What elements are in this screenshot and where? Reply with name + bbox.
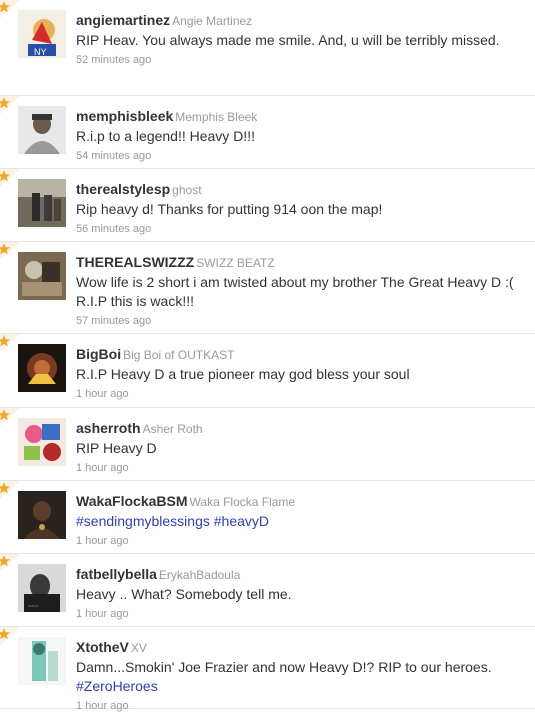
screen-name-link[interactable]: XtotheV (76, 639, 129, 655)
tweet-text-segment: Wow life is 2 short i am twisted about m… (76, 274, 514, 309)
memphisbleek-avatar[interactable] (18, 106, 66, 154)
therealswizzz-avatar[interactable] (18, 252, 66, 300)
timestamp-link[interactable]: 1 hour ago (76, 461, 523, 475)
tweet-item[interactable]: WakaFlockaBSM Waka Flocka Flame #sendingmy… (0, 481, 535, 554)
timestamp-link[interactable]: 1 hour ago (76, 607, 523, 621)
tweet-item[interactable]: THEREALSWIZZZ SWIZZ BEATZ Wow life is 2 sh… (0, 242, 535, 334)
tweet-text: Wow life is 2 short i am twisted about m… (76, 273, 523, 311)
svg-text:~~~: ~~~ (28, 604, 39, 610)
wakaflockabsm-avatar[interactable] (18, 491, 66, 539)
full-name: Asher Roth (142, 422, 203, 436)
therealstylesp-avatar[interactable] (18, 179, 66, 227)
tweet-content: THEREALSWIZZZ SWIZZ BEATZ Wow life is 2 sh… (76, 253, 523, 328)
full-name: ErykahBadoula (158, 568, 241, 582)
tweet-item[interactable]: asherroth Asher Roth RIP Heavy D 1 hour ago (0, 408, 535, 481)
tweet-item[interactable]: XtotheV XV Damn...Smokin' Joe Frazier and … (0, 627, 535, 712)
favorite-star-icon[interactable] (0, 408, 20, 426)
full-name: Waka Flocka Flame (189, 495, 296, 509)
tweet-item[interactable]: memphisbleek Memphis Bleek R.i.p to a lege… (0, 96, 535, 169)
screen-name-link[interactable]: THEREALSWIZZZ (76, 254, 194, 270)
asherroth-avatar[interactable] (18, 418, 66, 466)
favorite-star-icon[interactable] (0, 627, 20, 645)
full-name: Big Boi of OUTKAST (123, 348, 235, 362)
tweet-content: memphisbleek Memphis Bleek R.i.p to a lege… (76, 107, 523, 163)
tweet-header: WakaFlockaBSM Waka Flocka Flame (76, 492, 523, 511)
tweet-text-segment: Heavy .. What? Somebody tell me. (76, 586, 292, 602)
tweet-timeline: NY angiemartinez Angie Martinez RIP Heav. Y… (0, 0, 535, 712)
screen-name-link[interactable]: fatbellybella (76, 566, 157, 582)
tweet-text: RIP Heav. You always made me smile. And,… (76, 31, 523, 50)
tweet-content: fatbellybella ErykahBadoula Heavy .. What?… (76, 565, 523, 621)
favorite-star-icon[interactable] (0, 554, 20, 572)
favorite-star-icon[interactable] (0, 96, 20, 114)
tweet-text: Damn...Smokin' Joe Frazier and now Heavy… (76, 658, 523, 696)
timestamp-link[interactable]: 52 minutes ago (76, 53, 523, 67)
fatbellybella-avatar[interactable]: ~~~ (18, 564, 66, 612)
hashtag-link[interactable]: #sendingmyblessings (76, 513, 210, 529)
tweet-item[interactable]: NY angiemartinez Angie Martinez RIP Heav. Y… (0, 0, 535, 96)
angiemartinez-avatar[interactable]: NY (18, 10, 66, 58)
tweet-header: THEREALSWIZZZ SWIZZ BEATZ (76, 253, 523, 272)
tweet-content: BigBoi Big Boi of OUTKAST R.I.P Heavy D a … (76, 345, 523, 401)
tweet-text-segment: RIP Heav. You always made me smile. And,… (76, 32, 500, 48)
tweet-text: RIP Heavy D (76, 439, 523, 458)
full-name: SWIZZ BEATZ (196, 256, 275, 270)
timestamp-link[interactable]: 56 minutes ago (76, 222, 523, 236)
tweet-header: memphisbleek Memphis Bleek (76, 107, 523, 126)
tweet-content: XtotheV XV Damn...Smokin' Joe Frazier and … (76, 638, 523, 713)
tweet-header: fatbellybella ErykahBadoula (76, 565, 523, 584)
tweet-text-segment: Rip heavy d! Thanks for putting 914 oon … (76, 201, 383, 217)
screen-name-link[interactable]: angiemartinez (76, 12, 170, 28)
tweet-text: R.I.P Heavy D a true pioneer may god ble… (76, 365, 523, 384)
hashtag-link[interactable]: #heavyD (214, 513, 269, 529)
screen-name-link[interactable]: asherroth (76, 420, 141, 436)
tweet-content: therealstylesp ghost Rip heavy d! Thanks f… (76, 180, 523, 236)
full-name: ghost (172, 183, 202, 197)
tweet-header: BigBoi Big Boi of OUTKAST (76, 345, 523, 364)
xthev-avatar[interactable] (18, 637, 66, 685)
tweet-text-segment: R.i.p to a legend!! Heavy D!!! (76, 128, 255, 144)
screen-name-link[interactable]: memphisbleek (76, 108, 173, 124)
tweet-item[interactable]: therealstylesp ghost Rip heavy d! Thanks f… (0, 169, 535, 242)
favorite-star-icon[interactable] (0, 334, 20, 352)
tweet-item[interactable]: ~~~ fatbellybella ErykahBadoula Heavy .. Wh… (0, 554, 535, 627)
svg-text:NY: NY (34, 47, 47, 57)
timestamp-link[interactable]: 57 minutes ago (76, 314, 523, 328)
tweet-header: angiemartinez Angie Martinez (76, 11, 523, 30)
screen-name-link[interactable]: BigBoi (76, 346, 121, 362)
timestamp-link[interactable]: 1 hour ago (76, 534, 523, 548)
tweet-header: asherroth Asher Roth (76, 419, 523, 438)
timestamp-link[interactable]: 1 hour ago (76, 699, 523, 713)
full-name: XV (130, 641, 147, 655)
full-name: Memphis Bleek (175, 110, 258, 124)
tweet-text-segment: RIP Heavy D (76, 440, 157, 456)
tweet-text-segment: R.I.P Heavy D a true pioneer may god ble… (76, 366, 410, 382)
full-name: Angie Martinez (172, 14, 253, 28)
favorite-star-icon[interactable] (0, 169, 20, 187)
tweet-content: asherroth Asher Roth RIP Heavy D 1 hour ago (76, 419, 523, 475)
tweet-text-segment: Damn...Smokin' Joe Frazier and now Heavy… (76, 659, 492, 675)
tweet-content: WakaFlockaBSM Waka Flocka Flame #sendingmy… (76, 492, 523, 548)
screen-name-link[interactable]: WakaFlockaBSM (76, 493, 188, 509)
tweet-item[interactable]: BigBoi Big Boi of OUTKAST R.I.P Heavy D a … (0, 334, 535, 408)
tweet-text: Heavy .. What? Somebody tell me. (76, 585, 523, 604)
hashtag-link[interactable]: #ZeroHeroes (76, 678, 158, 694)
tweet-header: therealstylesp ghost (76, 180, 523, 199)
favorite-star-icon[interactable] (0, 481, 20, 499)
screen-name-link[interactable]: therealstylesp (76, 181, 170, 197)
tweet-header: XtotheV XV (76, 638, 523, 657)
timestamp-link[interactable]: 1 hour ago (76, 387, 523, 401)
tweet-content: angiemartinez Angie Martinez RIP Heav. You… (76, 11, 523, 67)
timestamp-link[interactable]: 54 minutes ago (76, 149, 523, 163)
tweet-text: #sendingmyblessings #heavyD (76, 512, 523, 531)
tweet-text: Rip heavy d! Thanks for putting 914 oon … (76, 200, 523, 219)
favorite-star-icon[interactable] (0, 242, 20, 260)
favorite-star-icon[interactable] (0, 0, 20, 18)
bigboi-avatar[interactable] (18, 344, 66, 392)
tweet-text: R.i.p to a legend!! Heavy D!!! (76, 127, 523, 146)
